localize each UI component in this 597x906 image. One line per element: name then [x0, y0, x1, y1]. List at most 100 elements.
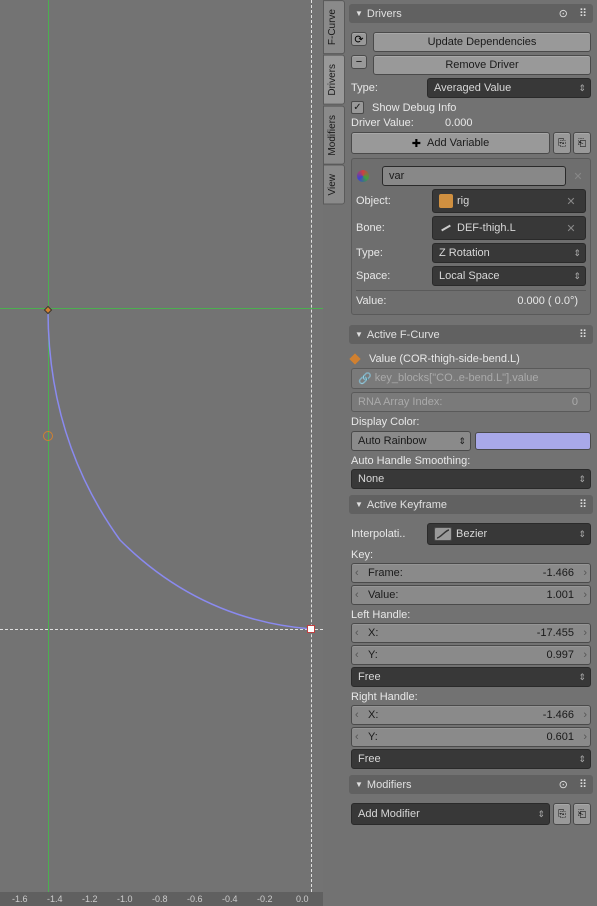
object-label: Object: — [356, 195, 428, 207]
fcurve-line[interactable] — [0, 0, 323, 892]
right-handle-type-dropdown[interactable]: Free — [351, 749, 591, 769]
drivers-body: ⟳ Update Dependencies − Remove Driver Ty… — [349, 25, 593, 323]
type-label: Type: — [351, 82, 423, 94]
pin-icon[interactable]: ⊙ — [559, 778, 568, 791]
minus-icon[interactable]: − — [351, 55, 367, 69]
disclosure-icon: ▼ — [355, 330, 363, 339]
copy-button[interactable]: ⎘ — [553, 132, 571, 154]
cursor-2d[interactable] — [43, 431, 53, 441]
rna-array-index-field: RNA Array Index: 0 — [351, 392, 591, 412]
clear-object-button[interactable]: ✕ — [563, 193, 579, 209]
object-field[interactable]: rig✕ — [432, 189, 586, 213]
interpolation-label: Interpolati.. — [351, 528, 423, 540]
panel-title: Drivers — [367, 8, 402, 20]
x-tick: -0.8 — [152, 894, 168, 904]
keyframe-body: Interpolati.. Bezier Key: Frame:-1.466 V… — [349, 516, 593, 773]
var-type-dropdown[interactable]: Z Rotation — [432, 243, 586, 263]
x-tick: -1.4 — [47, 894, 63, 904]
tab-fcurve[interactable]: F-Curve — [323, 0, 345, 54]
copy-modifiers-button[interactable]: ⎘ — [553, 803, 571, 825]
paste-modifiers-button[interactable]: ⎗ — [573, 803, 591, 825]
space-dropdown[interactable]: Local Space — [432, 266, 586, 286]
left-y-field[interactable]: Y:0.997 — [351, 645, 591, 665]
driver-value-label: Driver Value: — [351, 117, 441, 129]
x-tick: -0.6 — [187, 894, 203, 904]
right-handle-label: Right Handle: — [351, 691, 591, 703]
pin-icon[interactable]: ⊙ — [559, 7, 568, 20]
x-tick: -1.6 — [12, 894, 28, 904]
show-debug-checkbox[interactable] — [351, 101, 364, 114]
fcurve-name: Value (COR-thigh-side-bend.L) — [369, 353, 520, 365]
frame-field[interactable]: Frame:-1.466 — [351, 563, 591, 583]
interpolation-dropdown[interactable]: Bezier — [427, 523, 591, 545]
panel-header-fcurve[interactable]: ▼ Active F-Curve ⠿ — [349, 325, 593, 344]
bezier-icon — [434, 527, 452, 541]
grip-icon[interactable]: ⠿ — [579, 778, 587, 791]
x-axis: -1.6 -1.4 -1.2 -1.0 -0.8 -0.6 -0.4 -0.2 … — [0, 892, 323, 906]
var-type-label: Type: — [356, 247, 428, 259]
panel-title: Modifiers — [367, 779, 412, 791]
driver-type-dropdown[interactable]: Averaged Value — [427, 78, 591, 98]
transform-channel-icon[interactable] — [356, 169, 374, 183]
rna-path-field: 🔗 key_blocks["CO..e-bend.L"].value — [351, 368, 591, 389]
right-y-field[interactable]: Y:0.601 — [351, 727, 591, 747]
panel-title: Active Keyframe — [367, 499, 447, 511]
driver-value: 0.000 — [445, 117, 473, 129]
delete-variable-button[interactable]: ✕ — [570, 168, 586, 184]
refresh-icon[interactable]: ⟳ — [351, 32, 367, 46]
panel-header-keyframe[interactable]: ▼ Active Keyframe ⠿ — [349, 495, 593, 514]
modifiers-body: Add Modifier ⎘ ⎗ — [349, 796, 593, 832]
add-variable-button[interactable]: ✚Add Variable — [351, 132, 550, 154]
tab-view[interactable]: View — [323, 165, 345, 205]
bone-label: Bone: — [356, 222, 428, 234]
value-field[interactable]: Value:1.001 — [351, 585, 591, 605]
bone-field[interactable]: DEF-thigh.L✕ — [432, 216, 586, 240]
fcurve-body: Value (COR-thigh-side-bend.L) 🔗 key_bloc… — [349, 346, 593, 493]
smoothing-label: Auto Handle Smoothing: — [351, 455, 591, 467]
add-modifier-dropdown[interactable]: Add Modifier — [351, 803, 550, 825]
left-handle-label: Left Handle: — [351, 609, 591, 621]
variable-name-input[interactable]: var — [382, 166, 566, 186]
x-tick: -0.2 — [257, 894, 273, 904]
properties-panel: ▼ Drivers ⊙ ⠿ ⟳ Update Dependencies − Re… — [345, 0, 597, 906]
object-icon — [439, 194, 453, 208]
color-swatch[interactable] — [475, 432, 591, 450]
panel-title: Active F-Curve — [367, 329, 440, 341]
panel-header-drivers[interactable]: ▼ Drivers ⊙ ⠿ — [349, 4, 593, 23]
graph-editor[interactable]: -1.6 -1.4 -1.2 -1.0 -0.8 -0.6 -0.4 -0.2 … — [0, 0, 323, 906]
disclosure-icon: ▼ — [355, 500, 363, 509]
keyframe-point-selected[interactable] — [307, 625, 315, 633]
grip-icon[interactable]: ⠿ — [579, 328, 587, 341]
graph-canvas[interactable] — [0, 0, 323, 892]
update-dependencies-button[interactable]: Update Dependencies — [373, 32, 591, 52]
x-tick: -1.2 — [82, 894, 98, 904]
grip-icon[interactable]: ⠿ — [579, 7, 587, 20]
space-label: Space: — [356, 270, 428, 282]
var-value: 0.000 ( 0.0°) — [517, 295, 578, 307]
x-tick: -0.4 — [222, 894, 238, 904]
fcurve-icon — [349, 353, 360, 364]
vertical-tabs: F-Curve Drivers Modifiers View — [323, 0, 345, 906]
right-x-field[interactable]: X:-1.466 — [351, 705, 591, 725]
disclosure-icon: ▼ — [355, 780, 363, 789]
display-color-dropdown[interactable]: Auto Rainbow — [351, 431, 471, 451]
x-tick: 0.0 — [296, 894, 309, 904]
left-handle-type-dropdown[interactable]: Free — [351, 667, 591, 687]
disclosure-icon: ▼ — [355, 9, 363, 18]
left-x-field[interactable]: X:-17.455 — [351, 623, 591, 643]
bone-icon — [439, 221, 453, 235]
grip-icon[interactable]: ⠿ — [579, 498, 587, 511]
show-debug-label: Show Debug Info — [372, 102, 456, 114]
tab-modifiers[interactable]: Modifiers — [323, 106, 345, 165]
rna-path-icon: 🔗 — [358, 372, 372, 385]
key-section-label: Key: — [351, 549, 591, 561]
remove-driver-button[interactable]: Remove Driver — [373, 55, 591, 75]
clear-bone-button[interactable]: ✕ — [563, 220, 579, 236]
variable-group: var ✕ Object: rig✕ Bone: DEF-thigh.L✕ Ty… — [351, 158, 591, 315]
tab-drivers[interactable]: Drivers — [323, 55, 345, 105]
panel-header-modifiers[interactable]: ▼ Modifiers ⊙ ⠿ — [349, 775, 593, 794]
display-color-label: Display Color: — [351, 416, 591, 428]
plus-icon: ✚ — [412, 137, 421, 150]
paste-button[interactable]: ⎗ — [573, 132, 591, 154]
smoothing-dropdown[interactable]: None — [351, 469, 591, 489]
